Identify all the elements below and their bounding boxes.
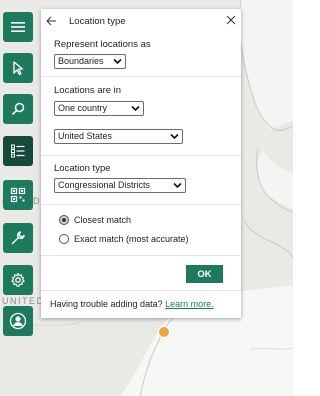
represent-locations-label: Represent locations as	[54, 39, 151, 50]
country-value: United States	[58, 131, 113, 141]
chevron-down-icon	[131, 105, 140, 112]
country-select[interactable]: United States	[54, 129, 183, 144]
location-type-label: Location type	[54, 163, 111, 174]
close-button[interactable]	[225, 14, 237, 26]
back-button[interactable]	[45, 15, 57, 27]
profile-button[interactable]	[3, 306, 33, 336]
divider	[41, 204, 241, 205]
app-root: CANAD UNITED S	[0, 0, 293, 396]
ok-button[interactable]: OK	[186, 265, 223, 283]
locations-in-select[interactable]: One country	[54, 101, 144, 116]
panel-title: Location type	[69, 16, 126, 27]
wrench-icon	[11, 231, 25, 245]
location-type-select[interactable]: Congressional Districts	[54, 178, 186, 193]
arrow-left-icon	[45, 16, 56, 26]
help-footer: Having trouble adding data? Learn more.	[50, 299, 214, 309]
exact-match-radio[interactable]	[59, 234, 69, 244]
layer-list-icon	[11, 144, 25, 158]
user-icon	[9, 312, 27, 330]
settings-button[interactable]	[3, 265, 33, 295]
panel-header: Location type	[41, 9, 241, 33]
divider	[41, 76, 241, 77]
closest-match-radio[interactable]	[59, 215, 69, 225]
close-icon	[226, 15, 236, 25]
location-type-value: Congressional Districts	[58, 180, 151, 190]
qr-grid-icon	[10, 187, 26, 203]
gear-icon	[11, 272, 25, 287]
grid-tool-button[interactable]	[3, 180, 33, 210]
divider	[41, 290, 241, 291]
learn-more-link[interactable]: Learn more.	[165, 299, 214, 309]
exact-match-label: Exact match (most accurate)	[74, 234, 189, 244]
menu-button[interactable]	[3, 12, 33, 42]
closest-match-option[interactable]: Closest match	[59, 213, 131, 227]
locations-in-label: Locations are in	[54, 85, 122, 96]
map-location-marker[interactable]	[158, 326, 170, 338]
select-tool-button[interactable]	[3, 53, 33, 83]
divider	[41, 155, 241, 156]
help-footer-text: Having trouble adding data?	[50, 299, 163, 309]
chevron-down-icon	[170, 133, 179, 140]
search-icon	[11, 102, 25, 116]
chevron-down-icon	[173, 182, 182, 189]
menu-icon	[11, 22, 25, 32]
locations-in-value: One country	[58, 103, 108, 113]
represent-locations-value: Boundaries	[58, 56, 104, 66]
chevron-down-icon	[113, 58, 122, 65]
tools-button[interactable]	[3, 223, 33, 253]
search-button[interactable]	[3, 94, 33, 124]
closest-match-label: Closest match	[74, 215, 132, 225]
divider	[41, 255, 241, 256]
exact-match-option[interactable]: Exact match (most accurate)	[59, 232, 189, 246]
location-type-panel: Location type Represent locations as Bou…	[41, 9, 241, 318]
layers-button[interactable]	[3, 136, 33, 166]
represent-locations-select[interactable]: Boundaries	[54, 54, 126, 69]
cursor-icon	[13, 61, 24, 76]
